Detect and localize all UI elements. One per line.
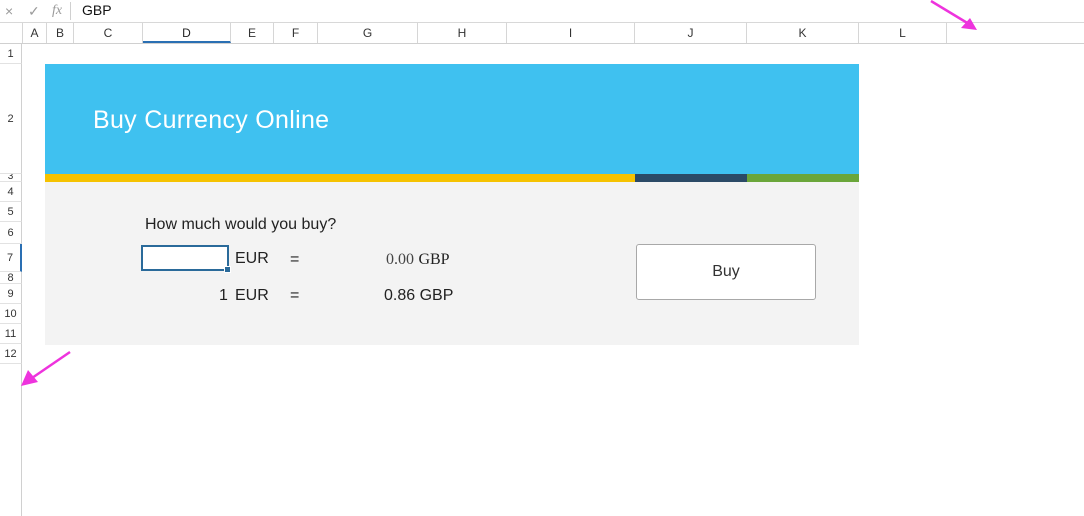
exchange-rate-value: 0.86 GBP (384, 287, 454, 304)
enter-icon[interactable]: ✓ (28, 3, 40, 19)
question-label: How much would you buy? (145, 216, 337, 233)
column-header-e[interactable]: E (231, 23, 274, 43)
rate-amount: 1 (219, 287, 228, 304)
column-header-k[interactable]: K (747, 23, 859, 43)
buy-button[interactable]: Buy (636, 244, 816, 300)
accent-stripe-green (747, 174, 859, 182)
converted-amount: 0.00 GBP (386, 251, 450, 269)
column-header-f[interactable]: F (274, 23, 318, 43)
column-header-a[interactable]: A (23, 23, 47, 43)
column-header-row: A B C D E F G H I J K L (0, 23, 1084, 44)
column-header-h[interactable]: H (418, 23, 507, 43)
accent-stripe-navy (635, 174, 747, 182)
amount-input[interactable] (141, 245, 231, 273)
page-title: Buy Currency Online (93, 106, 330, 134)
column-header-d[interactable]: D (143, 23, 231, 43)
formula-bar: × ✓ fx GBP (0, 0, 1084, 23)
column-header-b[interactable]: B (47, 23, 74, 43)
equals-sign: = (290, 251, 300, 268)
rate-equals-sign: = (290, 287, 300, 304)
annotation-arrow-bottom-left (21, 350, 71, 386)
row-header-1[interactable]: 1 (0, 44, 22, 64)
row-header-7[interactable]: 7 (0, 244, 22, 272)
row-header-8[interactable]: 8 (0, 272, 22, 284)
select-all-corner[interactable] (0, 23, 23, 43)
formula-bar-divider (70, 2, 71, 20)
converted-value: 0.00 (386, 251, 414, 268)
column-header-i[interactable]: I (507, 23, 635, 43)
row-header-5[interactable]: 5 (0, 202, 22, 222)
rate-from-currency: EUR (235, 287, 269, 304)
row-header-3[interactable]: 3 (0, 174, 22, 182)
column-header-c[interactable]: C (74, 23, 143, 43)
row-header-10[interactable]: 10 (0, 304, 22, 324)
formula-input[interactable]: GBP (82, 1, 112, 19)
column-header-j[interactable]: J (635, 23, 747, 43)
row-header-11[interactable]: 11 (0, 324, 22, 344)
row-header-4[interactable]: 4 (0, 182, 22, 202)
row-header-6[interactable]: 6 (0, 222, 22, 244)
annotation-arrow-top-right (930, 0, 977, 30)
function-icon[interactable]: fx (52, 3, 62, 19)
cancel-icon[interactable]: × (5, 3, 13, 19)
column-header-g[interactable]: G (318, 23, 418, 43)
row-header-9[interactable]: 9 (0, 284, 22, 304)
from-currency-label: EUR (235, 250, 269, 267)
accent-stripe-yellow (45, 174, 635, 182)
row-header-2[interactable]: 2 (0, 64, 22, 174)
to-currency-label: GBP (418, 251, 450, 268)
